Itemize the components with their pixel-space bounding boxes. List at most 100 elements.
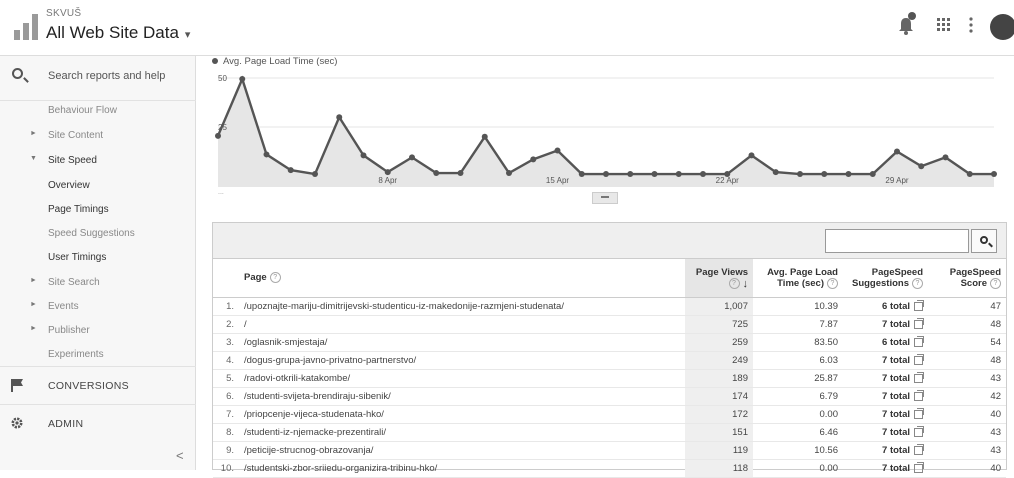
suggestions-link[interactable]: 7 total xyxy=(843,441,928,460)
data-point xyxy=(797,171,803,178)
table-filter-button[interactable] xyxy=(971,229,997,253)
page-link-text: / xyxy=(244,319,247,330)
page-link[interactable]: /radovi-otkrili-katakombe/ xyxy=(239,369,685,388)
row-index-text: 4. xyxy=(226,355,234,366)
external-link-icon[interactable] xyxy=(914,335,924,347)
suggestions-link[interactable]: 7 total xyxy=(843,423,928,442)
sort-down-icon: ↓ xyxy=(742,277,749,290)
external-link-icon[interactable] xyxy=(914,317,924,329)
search-reports[interactable]: Search reports and help xyxy=(0,56,196,101)
column-header-page-views[interactable]: Page Views? ↓ xyxy=(685,259,753,298)
table-row: 2. / 725 7.87 7 total 48 xyxy=(213,315,1006,334)
table-row: 9. /peticije-strucnog-obrazovanja/119 10.5… xyxy=(213,441,1006,460)
suggestions-link[interactable]: 7 total xyxy=(843,315,928,334)
row-index-text: 1. xyxy=(226,301,234,312)
load-time-value: 10.39 xyxy=(753,297,843,316)
page-link[interactable]: /dogus-grupa-javno-privatno-partnerstvo/ xyxy=(239,351,685,370)
table-toolbar xyxy=(213,223,1006,259)
sidebar-item-site-search[interactable]: ► Site Search xyxy=(0,274,196,294)
page-link[interactable]: /priopcenje-vijeca-studenata-hko/ xyxy=(239,405,685,424)
suggestions-link[interactable]: 6 total xyxy=(843,297,928,316)
sidebar-item-user-timings[interactable]: User Timings xyxy=(0,249,196,269)
external-link-icon[interactable] xyxy=(914,353,924,365)
sidebar-section-conversions[interactable]: CONVERSIONS xyxy=(0,366,196,405)
sidebar-item-events[interactable]: ► Events xyxy=(0,298,196,318)
page-link[interactable]: /studentski-zbor-sriiedu-organizira-trib… xyxy=(239,459,685,478)
collapse-sidebar-icon[interactable]: < xyxy=(176,448,184,463)
external-link-icon[interactable] xyxy=(914,425,924,437)
data-point xyxy=(384,169,391,176)
analytics-logo-icon[interactable] xyxy=(14,14,38,40)
suggestions-link[interactable]: 7 total xyxy=(843,387,928,406)
help-icon[interactable]: ? xyxy=(269,272,281,284)
table-body: 1. /upoznajte-mariju-dimitrijevski-studen… xyxy=(213,297,1006,478)
top-bar: SKVUŠ All Web Site Data ▾ xyxy=(0,0,1014,56)
suggestions-link[interactable]: 7 total xyxy=(843,369,928,388)
column-header-page[interactable]: Page? xyxy=(239,259,685,298)
external-link-icon[interactable] xyxy=(914,371,924,383)
suggestions-link[interactable]: 6 total xyxy=(843,333,928,352)
sidebar-item-overview[interactable]: Overview xyxy=(0,177,196,197)
score-value: 48 xyxy=(928,315,1006,334)
sidebar-item-speed-suggestions[interactable]: Speed Suggestions xyxy=(0,225,196,245)
help-icon[interactable]: ? xyxy=(990,277,1001,289)
sidebar-item-site-speed[interactable]: ▼ Site Speed xyxy=(0,152,196,172)
external-link-icon[interactable] xyxy=(914,389,924,401)
column-header-load-time[interactable]: Avg. Page Load Time (sec)? xyxy=(753,259,843,298)
data-point xyxy=(506,170,512,177)
external-link-icon[interactable] xyxy=(914,407,924,419)
page-link[interactable]: /studenti-iz-njemacke-prezentirali/ xyxy=(239,423,685,442)
help-icon[interactable]: ? xyxy=(827,277,838,289)
table-filter-input[interactable] xyxy=(825,229,969,253)
page-link[interactable]: /upoznajte-mariju-dimitrijevski-studenti… xyxy=(239,297,685,316)
data-point xyxy=(578,171,585,178)
sidebar-item-label: Overview xyxy=(48,180,90,191)
chart-expand-handle[interactable] xyxy=(592,192,618,204)
external-link-icon[interactable] xyxy=(914,299,924,311)
page-link-text: /studenti-svijeta-brendiraju-sibenik/ xyxy=(244,391,391,402)
page-views-value-text: 725 xyxy=(732,319,748,330)
suggestions-link[interactable]: 7 total xyxy=(843,405,928,424)
page-link[interactable]: /studenti-svijeta-brendiraju-sibenik/ xyxy=(239,387,685,406)
page-views-value-text: 172 xyxy=(732,409,748,420)
avatar-icon[interactable] xyxy=(990,14,1014,40)
page-link[interactable]: /oglasnik-smjestaja/ xyxy=(239,333,685,352)
sidebar-section-admin[interactable]: ADMIN xyxy=(0,404,196,443)
column-header-suggestions[interactable]: PageSpeed Suggestions? xyxy=(843,259,928,298)
score-value-text: 47 xyxy=(990,301,1001,312)
sidebar-item-page-timings[interactable]: Page Timings xyxy=(0,201,196,221)
load-time-value: 0.00 xyxy=(753,459,843,478)
suggestions-link[interactable]: 7 total xyxy=(843,351,928,370)
column-header-score[interactable]: PageSpeed Score? xyxy=(928,259,1006,298)
search-label: Search reports and help xyxy=(48,70,166,82)
page-link-text: /studenti-iz-njemacke-prezentirali/ xyxy=(244,427,387,438)
sidebar-item-publisher[interactable]: ► Publisher xyxy=(0,322,196,342)
data-point xyxy=(627,171,634,178)
data-point xyxy=(869,171,876,178)
external-link-icon[interactable] xyxy=(914,443,924,455)
notifications-icon[interactable] xyxy=(896,16,916,42)
sidebar-item-behaviour-flow[interactable]: Behaviour Flow xyxy=(0,102,196,122)
chevron-right-icon: ► xyxy=(30,277,37,284)
x-tick-label: 22 Apr xyxy=(716,176,739,185)
suggestions-link[interactable]: 7 total xyxy=(843,459,928,478)
help-icon[interactable]: ? xyxy=(912,277,923,289)
apps-grid-icon[interactable] xyxy=(936,16,952,39)
property-selector[interactable]: All Web Site Data ▾ xyxy=(46,23,190,43)
table-row: 7. /priopcenje-vijeca-studenata-hko/172 0.… xyxy=(213,405,1006,424)
external-link-icon[interactable] xyxy=(914,461,924,473)
sidebar-item-site-content[interactable]: ► Site Content xyxy=(0,127,196,147)
page-link[interactable]: /peticije-strucnog-obrazovanja/ xyxy=(239,441,685,460)
score-value: 40 xyxy=(928,459,1006,478)
data-point xyxy=(845,171,852,178)
suggestions-link-text: 7 total xyxy=(882,463,910,474)
suggestions-link-text: 7 total xyxy=(882,445,910,456)
page-views-value: 118 xyxy=(685,459,753,478)
data-point xyxy=(530,156,537,163)
row-index-text: 2. xyxy=(226,319,234,330)
help-icon[interactable]: ? xyxy=(728,278,740,290)
more-vert-icon[interactable] xyxy=(968,16,974,39)
data-point xyxy=(360,152,367,159)
sidebar-item-experiments[interactable]: Experiments xyxy=(0,346,196,366)
page-link[interactable]: / xyxy=(239,315,685,334)
